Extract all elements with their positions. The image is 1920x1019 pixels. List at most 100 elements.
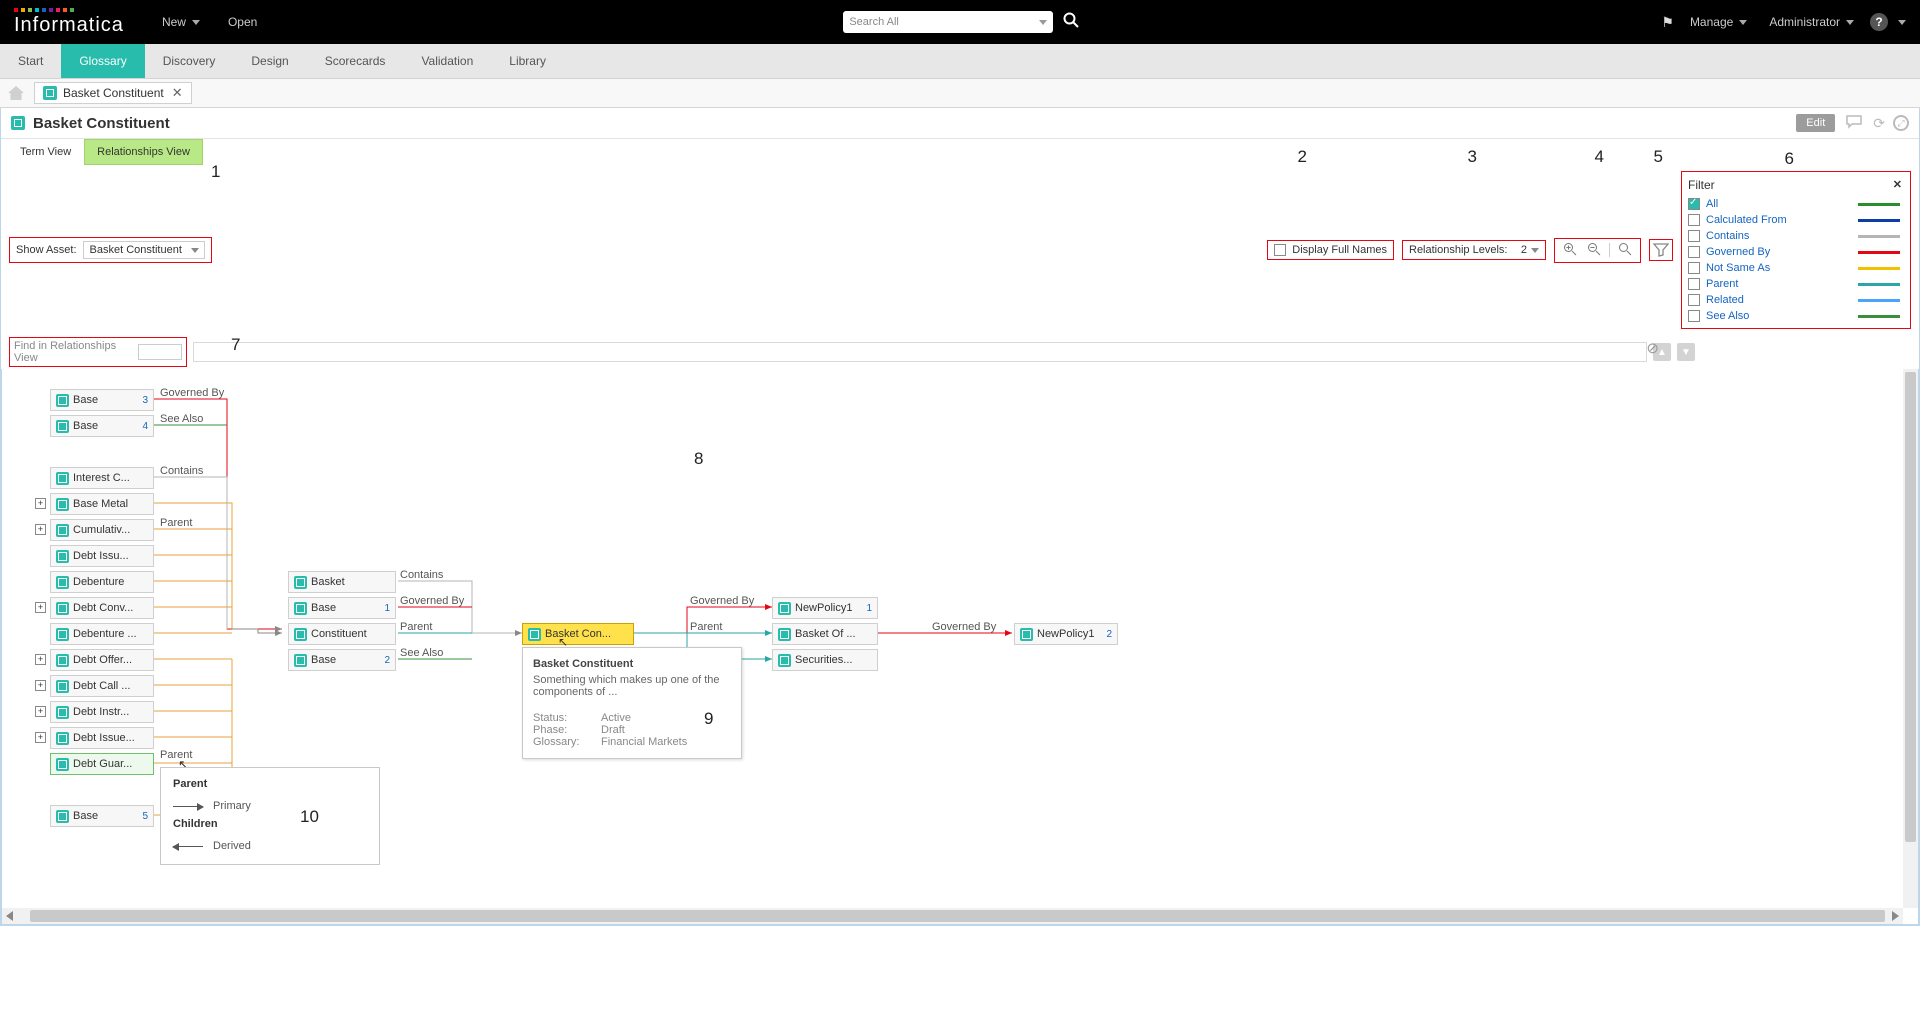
graph-node[interactable]: Debt Call ...: [50, 675, 154, 697]
rel-label: Governed By: [160, 387, 224, 399]
term-icon: [11, 116, 25, 130]
graph-node[interactable]: Cumulativ...: [50, 519, 154, 541]
graph-node[interactable]: Debenture: [50, 571, 154, 593]
new-menu[interactable]: New: [148, 0, 214, 44]
rel-label: Governed By: [932, 621, 996, 633]
show-asset-label: Show Asset:: [16, 244, 77, 256]
rel-label: Contains: [160, 465, 203, 477]
graph-node[interactable]: Base2: [288, 649, 396, 671]
notifications-icon[interactable]: ⚑: [1661, 14, 1674, 31]
close-icon[interactable]: ✕: [172, 85, 183, 101]
more-menu[interactable]: [1898, 20, 1906, 25]
graph-node[interactable]: Debt Issue...: [50, 727, 154, 749]
edit-button[interactable]: Edit: [1796, 114, 1835, 132]
filter-item[interactable]: Contains: [1688, 230, 1900, 242]
annotation-1: 1: [211, 162, 220, 182]
expand-button[interactable]: +: [35, 498, 46, 509]
legend-popup: Parent Primary Children Derived: [160, 767, 380, 865]
comment-icon[interactable]: [1843, 115, 1865, 132]
graph-node-selected[interactable]: Basket Con...: [522, 623, 634, 645]
rel-label: Parent: [690, 621, 722, 633]
main-tabs: Start Glossary Discovery Design Scorecar…: [0, 44, 1920, 78]
expand-button[interactable]: +: [35, 706, 46, 717]
search-input[interactable]: Search All: [843, 11, 1053, 33]
graph-node[interactable]: Securities...: [772, 649, 878, 671]
filter-item[interactable]: Governed By: [1688, 246, 1900, 258]
filter-item[interactable]: Calculated From: [1688, 214, 1900, 226]
find-input[interactable]: Find in Relationships View: [14, 340, 134, 364]
filter-item[interactable]: Not Same As: [1688, 262, 1900, 274]
expand-button[interactable]: +: [35, 654, 46, 665]
filter-item[interactable]: All: [1688, 198, 1900, 210]
find-next-button[interactable]: ▼: [1677, 343, 1695, 361]
term-view-tab[interactable]: Term View: [7, 139, 84, 165]
tab-validation[interactable]: Validation: [403, 44, 491, 78]
expand-button[interactable]: +: [35, 732, 46, 743]
annotation-6: 6: [1785, 149, 1794, 169]
graph-node[interactable]: Base1: [288, 597, 396, 619]
home-icon[interactable]: [8, 86, 24, 100]
expand-icon[interactable]: ⤢: [1893, 115, 1909, 131]
graph-node[interactable]: Constituent: [288, 623, 396, 645]
graph-node[interactable]: Debt Offer...: [50, 649, 154, 671]
filter-item[interactable]: See Also: [1688, 310, 1900, 322]
clear-button[interactable]: ⊘: [1646, 339, 1659, 357]
display-full-names-toggle[interactable]: Display Full Names: [1267, 240, 1394, 260]
graph-node[interactable]: Basket Of ...: [772, 623, 878, 645]
relationship-canvas[interactable]: 8 Governed By Base3 See Also Base4 Conta…: [2, 369, 1918, 924]
tab-scorecards[interactable]: Scorecards: [307, 44, 404, 78]
expand-button[interactable]: +: [35, 680, 46, 691]
filter-item[interactable]: Parent: [1688, 278, 1900, 290]
graph-node[interactable]: NewPolicy11: [772, 597, 878, 619]
graph-node[interactable]: Base3: [50, 389, 154, 411]
annotation-8: 8: [694, 449, 703, 469]
filter-item[interactable]: Related: [1688, 294, 1900, 306]
tab-design[interactable]: Design: [233, 44, 306, 78]
tab-start[interactable]: Start: [0, 44, 61, 78]
help-icon[interactable]: ?: [1870, 13, 1888, 31]
user-menu[interactable]: Administrator: [1763, 0, 1860, 44]
logo: Informatica: [14, 8, 124, 37]
rel-label: Governed By: [690, 595, 754, 607]
expand-button[interactable]: +: [35, 602, 46, 613]
tab-glossary[interactable]: Glossary: [61, 44, 144, 78]
annotation-7: 7: [231, 335, 240, 355]
filter-toggle-button[interactable]: [1653, 243, 1669, 257]
graph-node[interactable]: NewPolicy12: [1014, 623, 1118, 645]
page-title: Basket Constituent: [33, 115, 1788, 132]
horizontal-scrollbar[interactable]: [2, 908, 1903, 924]
graph-node[interactable]: Debt Issu...: [50, 545, 154, 567]
filter-close-button[interactable]: ✕: [1893, 178, 1902, 191]
term-icon: [43, 86, 57, 100]
graph-node[interactable]: Debenture ...: [50, 623, 154, 645]
breadcrumb[interactable]: Basket Constituent ✕: [34, 82, 192, 104]
annotation-2: 2: [1298, 147, 1307, 167]
rel-label: Parent: [400, 621, 432, 633]
open-menu[interactable]: Open: [214, 0, 271, 44]
graph-node[interactable]: Base4: [50, 415, 154, 437]
rel-label: See Also: [400, 647, 443, 659]
relationships-view-tab[interactable]: Relationships View: [84, 139, 203, 165]
show-asset-select[interactable]: Basket Constituent: [83, 241, 205, 259]
graph-node[interactable]: Debt Guar...: [50, 753, 154, 775]
breadcrumb-title: Basket Constituent: [63, 86, 164, 100]
refresh-icon[interactable]: ⟳: [1873, 115, 1885, 132]
zoom-in-button[interactable]: [1561, 242, 1579, 259]
expand-button[interactable]: +: [35, 524, 46, 535]
graph-node[interactable]: Debt Instr...: [50, 701, 154, 723]
annotation-4: 4: [1595, 147, 1604, 167]
manage-menu[interactable]: Manage: [1684, 0, 1753, 44]
relationship-levels-select[interactable]: Relationship Levels: 2: [1409, 244, 1539, 256]
graph-node[interactable]: Base Metal: [50, 493, 154, 515]
tab-discovery[interactable]: Discovery: [145, 44, 234, 78]
search-button[interactable]: [1053, 12, 1089, 33]
graph-node[interactable]: Debt Conv...: [50, 597, 154, 619]
graph-node[interactable]: Base5: [50, 805, 154, 827]
graph-node[interactable]: Basket: [288, 571, 396, 593]
zoom-fit-button[interactable]: [1616, 242, 1634, 259]
filter-panel: Filter ✕ AllCalculated FromContainsGover…: [1681, 171, 1911, 329]
tab-library[interactable]: Library: [491, 44, 564, 78]
vertical-scrollbar[interactable]: [1903, 369, 1918, 908]
zoom-out-button[interactable]: [1585, 242, 1603, 259]
graph-node[interactable]: Interest C...: [50, 467, 154, 489]
